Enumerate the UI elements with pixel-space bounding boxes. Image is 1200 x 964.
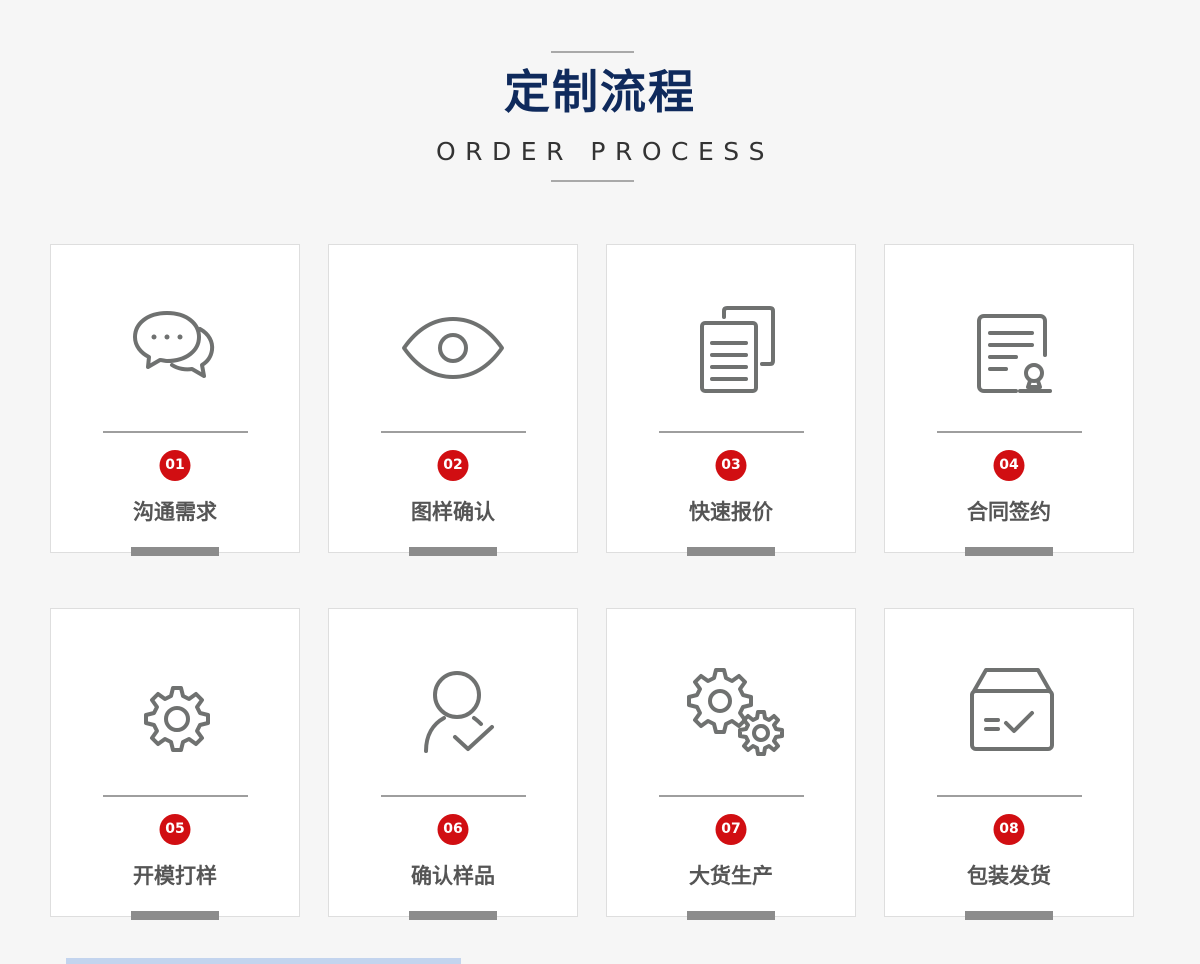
chat-bubbles-icon (120, 293, 230, 403)
card-divider (103, 431, 248, 433)
step-label: 包装发货 (967, 863, 1051, 888)
card-divider (659, 431, 804, 433)
step-number-badge: 07 (715, 814, 747, 845)
card-bottom-bar (131, 547, 219, 556)
step-label: 沟通需求 (133, 499, 217, 524)
documents-icon (676, 293, 786, 403)
card-bottom-bar (131, 911, 219, 920)
step-card-1: 01 沟通需求 (50, 244, 300, 556)
gear-icon (120, 657, 230, 767)
header-bottom-line (551, 180, 634, 182)
card-divider (937, 431, 1082, 433)
step-card-2: 02 图样确认 (328, 244, 578, 556)
step-label: 确认样品 (411, 863, 495, 888)
step-number-badge: 02 (437, 450, 469, 481)
step-card-8: 08 包装发货 (884, 608, 1134, 920)
card-bottom-bar (687, 547, 775, 556)
step-label: 快速报价 (689, 499, 773, 524)
card-bottom-bar (965, 911, 1053, 920)
card-divider (103, 795, 248, 797)
step-label: 图样确认 (411, 499, 495, 524)
card-bottom-bar (965, 547, 1053, 556)
section-header: 定制流程 ORDER PROCESS (0, 0, 1200, 200)
gears-icon (676, 657, 786, 767)
step-card-3: 03 快速报价 (606, 244, 856, 556)
step-number-badge: 01 (159, 450, 191, 481)
step-card-4: 04 合同签约 (884, 244, 1134, 556)
card-divider (381, 431, 526, 433)
contract-stamp-icon (954, 293, 1064, 403)
card-bottom-bar (409, 911, 497, 920)
page-title: 定制流程 (504, 65, 696, 119)
header-top-line (551, 51, 634, 53)
page-subtitle: ORDER PROCESS (435, 137, 775, 166)
step-card-6: 06 确认样品 (328, 608, 578, 920)
step-number-badge: 05 (159, 814, 191, 845)
card-bottom-bar (409, 547, 497, 556)
step-number-badge: 06 (437, 814, 469, 845)
step-label: 开模打样 (133, 863, 217, 888)
eye-icon (398, 293, 508, 403)
step-number-badge: 03 (715, 450, 747, 481)
bottom-accent-strip (66, 958, 461, 964)
step-card-5: 05 开模打样 (50, 608, 300, 920)
user-check-icon (398, 657, 508, 767)
step-number-badge: 04 (993, 450, 1025, 481)
card-divider (659, 795, 804, 797)
box-check-icon (954, 657, 1064, 767)
step-number-badge: 08 (993, 814, 1025, 845)
card-bottom-bar (687, 911, 775, 920)
card-divider (937, 795, 1082, 797)
step-card-7: 07 大货生产 (606, 608, 856, 920)
card-divider (381, 795, 526, 797)
step-label: 大货生产 (689, 863, 773, 888)
step-label: 合同签约 (967, 499, 1051, 524)
